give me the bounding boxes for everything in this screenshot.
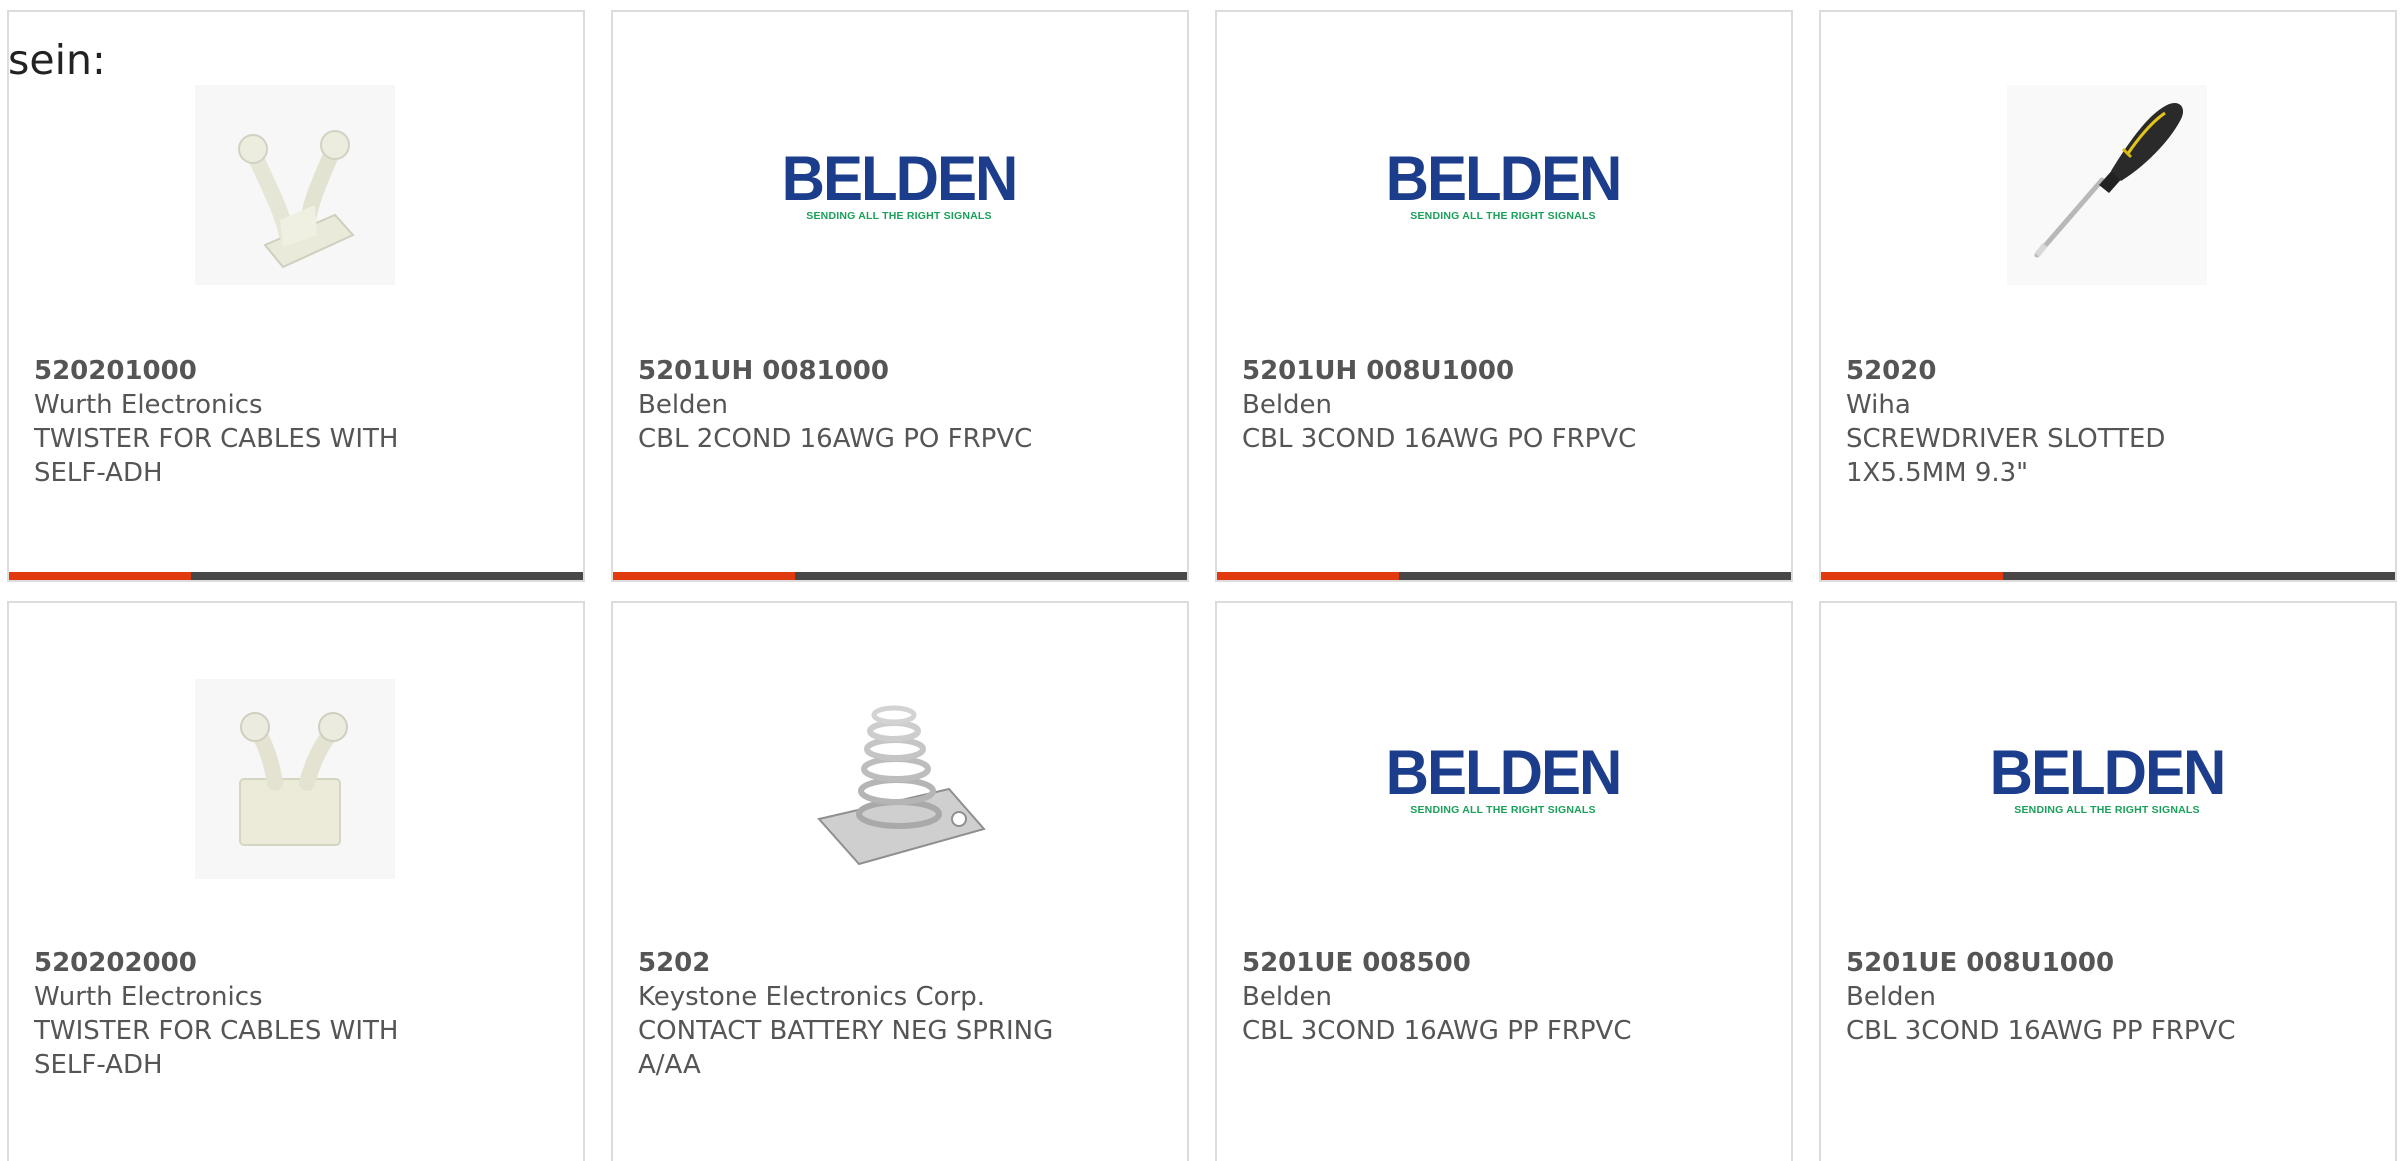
part-number[interactable]: 520201000 xyxy=(34,354,454,388)
battery-spring-contact-icon[interactable] xyxy=(799,679,999,879)
product-card[interactable]: 5202 Keystone Electronics Corp. CONTACT … xyxy=(611,601,1189,1161)
manufacturer: Keystone Electronics Corp. xyxy=(638,982,986,1012)
product-description: CONTACT BATTERY NEG SPRING A/AA xyxy=(638,1016,1054,1080)
product-card[interactable]: BELDEN SENDING ALL THE RIGHT SIGNALS 520… xyxy=(1215,10,1793,582)
intro-text: sein: xyxy=(8,36,106,84)
manufacturer: Belden xyxy=(1242,390,1333,420)
belden-logo-word: BELDEN xyxy=(1385,142,1623,214)
manufacturer: Wurth Electronics xyxy=(34,390,263,420)
belden-logo[interactable]: BELDEN SENDING ALL THE RIGHT SIGNALS xyxy=(1990,679,2227,879)
product-info: 52020 Wiha SCREWDRIVER SLOTTED 1X5.5MM 9… xyxy=(1846,354,2266,490)
product-info: 5201UH 0081000 Belden CBL 2COND 16AWG PO… xyxy=(638,354,1058,456)
card-accent-bar xyxy=(1217,572,1399,580)
product-description: CBL 2COND 16AWG PO FRPVC xyxy=(638,424,1033,454)
card-footer-bar xyxy=(613,572,1187,580)
manufacturer: Belden xyxy=(638,390,729,420)
product-description: SCREWDRIVER SLOTTED 1X5.5MM 9.3" xyxy=(1846,424,2166,488)
part-number[interactable]: 520202000 xyxy=(34,946,454,980)
belden-logo[interactable]: BELDEN SENDING ALL THE RIGHT SIGNALS xyxy=(1386,679,1623,879)
product-info: 520202000 Wurth Electronics TWISTER FOR … xyxy=(34,946,454,1082)
screwdriver-icon[interactable] xyxy=(2007,85,2207,285)
belden-logo-word: BELDEN xyxy=(781,142,1019,214)
product-info: 5202 Keystone Electronics Corp. CONTACT … xyxy=(638,946,1058,1082)
product-description: CBL 3COND 16AWG PO FRPVC xyxy=(1242,424,1637,454)
product-info: 5201UH 008U1000 Belden CBL 3COND 16AWG P… xyxy=(1242,354,1662,456)
part-number[interactable]: 5201UH 0081000 xyxy=(638,354,1058,388)
card-accent-bar xyxy=(1821,572,2003,580)
product-info: 5201UE 008U1000 Belden CBL 3COND 16AWG P… xyxy=(1846,946,2266,1048)
card-accent-bar xyxy=(9,572,191,580)
product-info: 520201000 Wurth Electronics TWISTER FOR … xyxy=(34,354,454,490)
product-description: CBL 3COND 16AWG PP FRPVC xyxy=(1242,1016,1632,1046)
product-card[interactable]: 52020 Wiha SCREWDRIVER SLOTTED 1X5.5MM 9… xyxy=(1819,10,2397,582)
belden-logo-word: BELDEN xyxy=(1385,736,1623,808)
product-description: TWISTER FOR CABLES WITH SELF-ADH xyxy=(34,424,399,488)
belden-logo[interactable]: BELDEN SENDING ALL THE RIGHT SIGNALS xyxy=(782,85,1019,285)
card-accent-bar xyxy=(613,572,795,580)
product-description: TWISTER FOR CABLES WITH SELF-ADH xyxy=(34,1016,399,1080)
product-card[interactable]: BELDEN SENDING ALL THE RIGHT SIGNALS 520… xyxy=(611,10,1189,582)
part-number[interactable]: 5202 xyxy=(638,946,1058,980)
belden-logo-word: BELDEN xyxy=(1989,736,2227,808)
part-number[interactable]: 5201UH 008U1000 xyxy=(1242,354,1662,388)
part-number[interactable]: 5201UE 008500 xyxy=(1242,946,1662,980)
manufacturer: Wiha xyxy=(1846,390,1911,420)
manufacturer: Belden xyxy=(1846,982,1937,1012)
card-footer-bar xyxy=(1821,572,2395,580)
product-description: CBL 3COND 16AWG PP FRPVC xyxy=(1846,1016,2236,1046)
card-footer-bar xyxy=(9,572,583,580)
product-card[interactable]: 520201000 Wurth Electronics TWISTER FOR … xyxy=(7,10,585,582)
manufacturer: Belden xyxy=(1242,982,1333,1012)
product-card[interactable]: BELDEN SENDING ALL THE RIGHT SIGNALS 520… xyxy=(1819,601,2397,1161)
part-number[interactable]: 5201UE 008U1000 xyxy=(1846,946,2266,980)
cable-twister-clip-icon[interactable] xyxy=(195,85,395,285)
product-info: 5201UE 008500 Belden CBL 3COND 16AWG PP … xyxy=(1242,946,1662,1048)
manufacturer: Wurth Electronics xyxy=(34,982,263,1012)
cable-twister-clip-icon[interactable] xyxy=(195,679,395,879)
product-grid: sein: 520201000 Wurth Electronics TWISTE… xyxy=(0,0,2400,1161)
card-footer-bar xyxy=(1217,572,1791,580)
product-card[interactable]: 520202000 Wurth Electronics TWISTER FOR … xyxy=(7,601,585,1161)
part-number[interactable]: 52020 xyxy=(1846,354,2266,388)
product-card[interactable]: BELDEN SENDING ALL THE RIGHT SIGNALS 520… xyxy=(1215,601,1793,1161)
belden-logo[interactable]: BELDEN SENDING ALL THE RIGHT SIGNALS xyxy=(1386,85,1623,285)
